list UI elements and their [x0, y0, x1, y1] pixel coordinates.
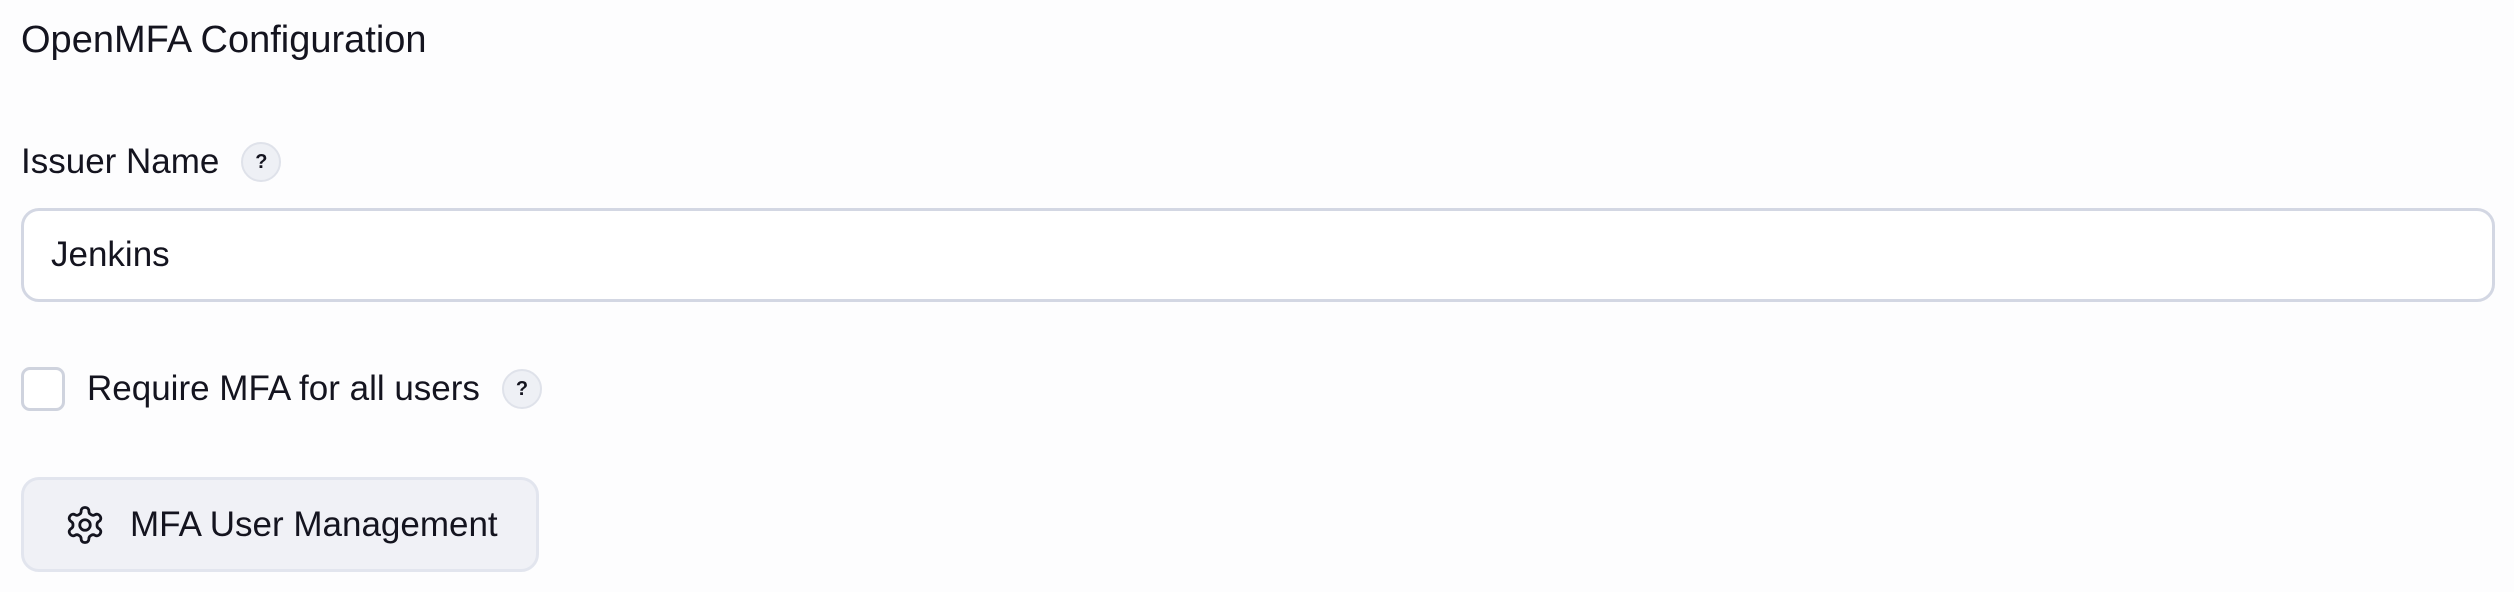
issuer-name-label-row: Issuer Name ?	[21, 140, 282, 184]
require-mfa-help-button[interactable]: ?	[501, 369, 542, 409]
require-mfa-checkbox[interactable]	[21, 367, 65, 411]
mfa-user-management-label: MFA User Management	[130, 504, 498, 544]
issuer-name-help-button[interactable]: ?	[241, 142, 282, 182]
section-title: OpenMFA Configuration	[21, 19, 427, 61]
require-mfa-label[interactable]: Require MFA for all users	[87, 367, 480, 411]
gear-icon	[64, 504, 106, 546]
require-mfa-row: Require MFA for all users ?	[21, 366, 542, 412]
issuer-name-label: Issuer Name	[21, 142, 220, 181]
mfa-user-management-button[interactable]: MFA User Management	[21, 477, 539, 572]
openmfa-config-panel: OpenMFA Configuration Issuer Name ? Requ…	[0, 0, 2514, 592]
issuer-name-input[interactable]	[21, 208, 2495, 302]
